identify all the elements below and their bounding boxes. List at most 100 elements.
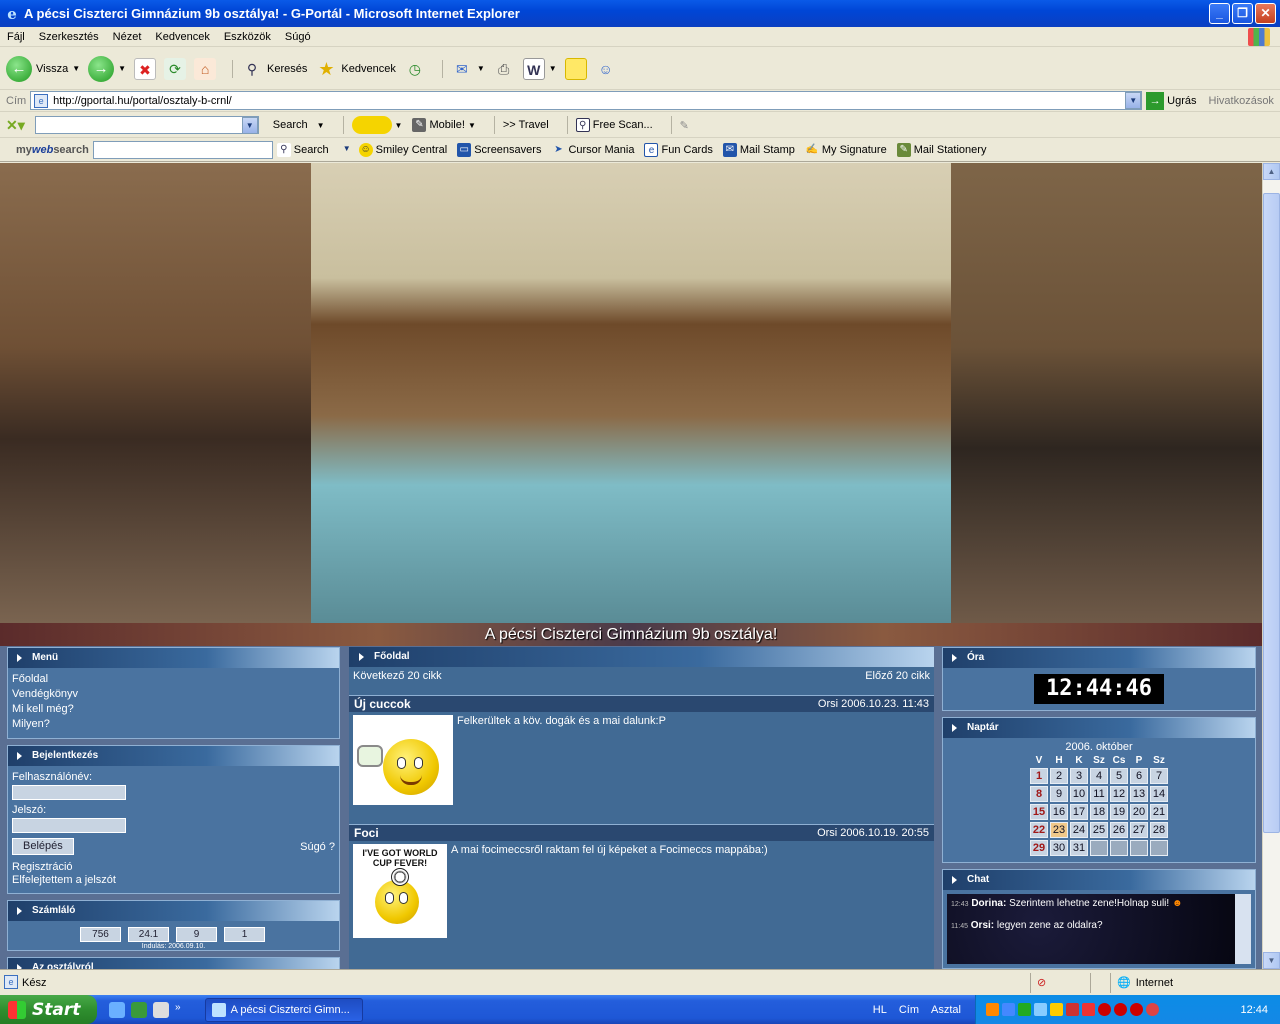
menu-view[interactable]: Nézet [106, 31, 149, 43]
toolbar-search-button[interactable]: Search ▼ [273, 119, 325, 131]
tray-clock[interactable]: 12:44 [1240, 1004, 1268, 1016]
calendar-day[interactable]: 2 [1050, 768, 1068, 784]
prev-articles-link[interactable]: Előző 20 cikk [865, 670, 930, 682]
toolbar-logo-icon[interactable]: ✕▾ [6, 117, 25, 134]
close-button[interactable]: ✕ [1255, 3, 1276, 24]
links-button[interactable]: Hivatkozások [1209, 95, 1274, 107]
login-button[interactable]: Belépés [12, 838, 74, 855]
toolbar-search-input[interactable]: ▼ [34, 116, 259, 134]
mywebsearch-input[interactable] [92, 140, 273, 159]
tray-address-toolbar[interactable]: Cím [899, 1004, 919, 1016]
chat-messages[interactable]: 12:43 Dorina: Szerintem lehetne zene!Hol… [947, 894, 1251, 964]
calendar-day[interactable]: 16 [1050, 804, 1068, 820]
history-icon[interactable]: ◷ [404, 58, 426, 80]
calendar-day[interactable]: 15 [1030, 804, 1048, 820]
maximize-button[interactable]: ❐ [1232, 3, 1253, 24]
mobile-button[interactable]: ✎ Mobile! ▼ [412, 118, 476, 132]
travel-button[interactable]: >> Travel [503, 119, 549, 131]
calendar-day[interactable]: 8 [1030, 786, 1048, 802]
forward-button[interactable]: → ▼ [88, 55, 126, 82]
calendar-day[interactable]: 31 [1070, 840, 1088, 856]
refresh-icon[interactable]: ⟳ [164, 57, 187, 80]
chevron-down-icon[interactable]: ▼ [549, 64, 557, 73]
tray-app-icon[interactable] [1002, 1003, 1015, 1016]
calendar-day[interactable]: 10 [1070, 786, 1088, 802]
calendar-day[interactable]: 3 [1070, 768, 1088, 784]
scroll-down-arrow[interactable]: ▼ [1263, 952, 1280, 969]
screensavers-button[interactable]: ▭ Screensavers [457, 142, 541, 157]
calendar-day[interactable]: 1 [1030, 768, 1048, 784]
word-edit-icon[interactable]: W [522, 57, 545, 80]
stop-icon[interactable]: ✖ [134, 57, 157, 80]
ie-quicklaunch-icon[interactable] [109, 1001, 125, 1018]
calendar-day[interactable]: 6 [1130, 768, 1148, 784]
chevron-down-icon[interactable]: ▼ [339, 141, 355, 158]
calendar-day[interactable]: 5 [1110, 768, 1128, 784]
mail-stamp-button[interactable]: ✉ Mail Stamp [722, 142, 795, 157]
calendar-day[interactable]: 21 [1150, 804, 1168, 820]
tray-language[interactable]: HL [873, 1004, 887, 1016]
search-button[interactable]: ⚲ Keresés [241, 58, 308, 80]
calendar-day[interactable]: 18 [1090, 804, 1108, 820]
article-title[interactable]: Foci [354, 826, 379, 840]
nav-link-home[interactable]: Főoldal [12, 672, 335, 687]
mail-icon[interactable]: ✉ [451, 58, 473, 80]
tray-app-icon[interactable] [1034, 1003, 1047, 1016]
register-link[interactable]: Regisztráció [12, 861, 335, 874]
calendar-day[interactable]: 17 [1070, 804, 1088, 820]
calendar-day[interactable]: 19 [1110, 804, 1128, 820]
go-button[interactable]: → Ugrás [1146, 91, 1197, 110]
tray-app-icon[interactable] [1114, 1003, 1127, 1016]
mywebsearch-search-button[interactable]: ⚲ Search [276, 142, 329, 157]
favorites-button[interactable]: ★ Kedvencek [315, 58, 396, 80]
menu-file[interactable]: Fájl [0, 31, 32, 43]
cursor-mania-button[interactable]: ➤ Cursor Mania [551, 143, 634, 157]
calendar-day[interactable]: 24 [1070, 822, 1088, 838]
calendar-day[interactable]: 23 [1050, 822, 1068, 838]
menu-favorites[interactable]: Kedvencek [148, 31, 216, 43]
page-scrollbar[interactable]: ▲ ▼ [1262, 163, 1280, 969]
password-input[interactable] [12, 818, 126, 833]
tray-app-icon[interactable] [1050, 1003, 1063, 1016]
tray-app-icon[interactable] [1130, 1003, 1143, 1016]
article-title[interactable]: Új cuccok [354, 697, 411, 711]
chat-scrollbar[interactable] [1235, 894, 1251, 964]
nav-link-what-else[interactable]: Mi kell még? [12, 702, 335, 717]
note-icon[interactable] [564, 57, 587, 80]
calendar-day[interactable]: 30 [1050, 840, 1068, 856]
excel-quicklaunch-icon[interactable] [131, 1001, 147, 1018]
highlight-icon[interactable]: ✎ [680, 119, 689, 132]
tray-ati-icon[interactable] [1082, 1003, 1095, 1016]
calendar-day[interactable]: 13 [1130, 786, 1148, 802]
address-input[interactable]: e http://gportal.hu/portal/osztaly-b-crn… [30, 91, 1143, 110]
mail-stationery-button[interactable]: ✎ Mail Stationery [896, 142, 986, 157]
smiley-central-button[interactable]: ☺ Smiley Central [358, 142, 447, 157]
calendar-day[interactable]: 27 [1130, 822, 1148, 838]
home-icon[interactable]: ⌂ [194, 57, 217, 80]
tray-app-icon[interactable] [1146, 1003, 1159, 1016]
calendar-day[interactable]: 7 [1150, 768, 1168, 784]
chevron-down-icon[interactable]: ▼ [118, 64, 126, 73]
username-input[interactable] [12, 785, 126, 800]
taskbar-ie-window[interactable]: A pécsi Ciszterci Gimn... [204, 997, 363, 1022]
print-icon[interactable]: ⎙ [493, 58, 515, 80]
menu-edit[interactable]: Szerkesztés [32, 31, 106, 43]
minimize-button[interactable]: _ [1209, 3, 1230, 24]
app-quicklaunch-icon[interactable] [153, 1001, 169, 1018]
smiley-toolbar-button[interactable]: ▼ [351, 116, 402, 134]
calendar-day[interactable]: 29 [1030, 840, 1048, 856]
chevron-down-icon[interactable]: ▼ [72, 64, 80, 73]
calendar-day[interactable]: 4 [1090, 768, 1108, 784]
calendar-day[interactable]: 20 [1130, 804, 1148, 820]
quicklaunch-more-icon[interactable]: » [175, 1002, 181, 1018]
nav-link-how[interactable]: Milyen? [12, 717, 335, 732]
tray-app-icon[interactable] [986, 1003, 999, 1016]
calendar-day[interactable]: 22 [1030, 822, 1048, 838]
tray-app-icon[interactable] [1066, 1003, 1079, 1016]
calendar-day[interactable]: 26 [1110, 822, 1128, 838]
calendar-day[interactable]: 28 [1150, 822, 1168, 838]
chevron-down-icon[interactable]: ▼ [241, 117, 258, 134]
tray-app-icon[interactable] [1098, 1003, 1111, 1016]
scroll-up-arrow[interactable]: ▲ [1263, 163, 1280, 180]
tray-app-icon[interactable] [1018, 1003, 1031, 1016]
